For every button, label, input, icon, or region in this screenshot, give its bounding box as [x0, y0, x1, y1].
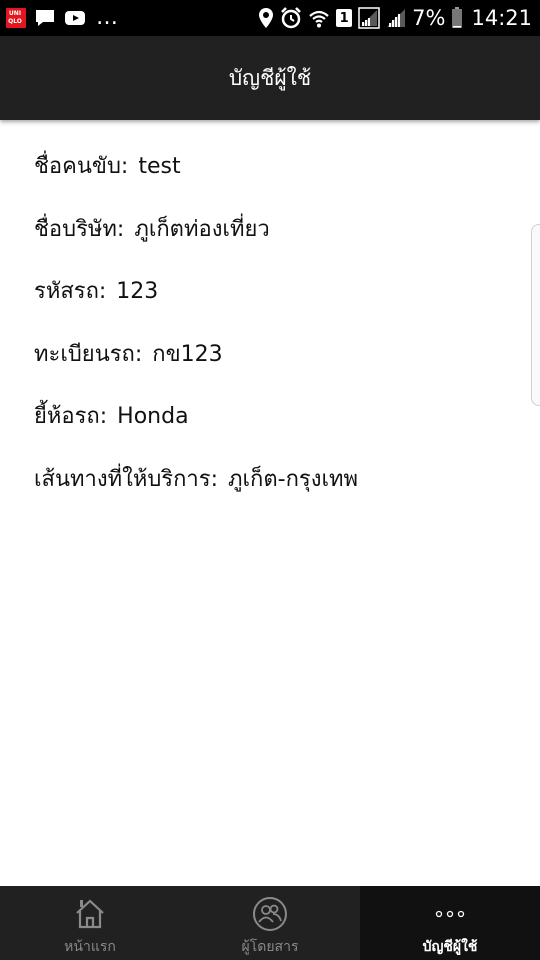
license-plate-value: กข123 — [152, 341, 223, 367]
service-route-row: เส้นทางที่ให้บริการ: ภูเก็ต-กรุงเทพ — [34, 459, 520, 522]
tab-home-label: หน้าแรก — [64, 939, 116, 955]
license-plate-label: ทะเบียนรถ: — [34, 341, 143, 367]
home-icon — [73, 894, 107, 934]
tab-account[interactable]: บัญชีผู้ใช้ — [360, 886, 540, 960]
sim-slot-badge: 1 — [336, 9, 353, 27]
driver-name-label: ชื่อคนขับ: — [34, 154, 129, 179]
notification-icons: UNI QLO … — [6, 6, 118, 30]
company-name-row: ชื่อบริษัท: ภูเก็ตท่องเที่ยว — [34, 209, 520, 272]
location-icon — [259, 8, 274, 28]
passengers-icon — [252, 894, 288, 934]
uniqlo-app-icon: UNI QLO — [6, 8, 26, 28]
tab-account-label: บัญชีผู้ใช้ — [422, 939, 478, 955]
more-notifications-icon: … — [96, 5, 118, 30]
tab-passengers-label: ผู้โดยสาร — [241, 939, 299, 955]
clock: 14:21 — [471, 6, 532, 30]
status-bar: UNI QLO … 1 7% 14:21 — [0, 0, 540, 36]
more-dots-icon — [435, 894, 465, 934]
page-title: บัญชีผู้ใช้ — [228, 65, 312, 90]
youtube-icon — [65, 11, 85, 25]
tab-home[interactable]: หน้าแรก — [0, 886, 180, 960]
account-details: ชื่อคนขับ: test ชื่อบริษัท: ภูเก็ตท่องเที่… — [34, 146, 520, 521]
driver-name-value: test — [138, 154, 181, 179]
system-icons: 1 7% 14:21 — [258, 6, 532, 30]
edge-panel-handle[interactable] — [531, 224, 540, 406]
bottom-nav: หน้าแรก ผู้โดยสาร บัญชีผู้ใช้ — [0, 886, 540, 960]
vehicle-brand-row: ยี้ห้อรถ: Honda — [34, 396, 520, 459]
driver-name-row: ชื่อคนขับ: test — [34, 146, 520, 209]
chat-bubble-icon — [36, 10, 54, 26]
service-route-value: ภูเก็ต-กรุงเทพ — [228, 466, 358, 492]
alarm-icon — [281, 7, 302, 29]
license-plate-row: ทะเบียนรถ: กข123 — [34, 334, 520, 397]
tab-passengers[interactable]: ผู้โดยสาร — [180, 886, 360, 960]
company-name-label: ชื่อบริษัท: — [34, 216, 125, 242]
vehicle-code-row: รหัสรถ: 123 — [34, 271, 520, 334]
vehicle-brand-value: Honda — [117, 404, 189, 429]
signal-strength-icon-2 — [387, 9, 406, 27]
vehicle-brand-label: ยี้ห้อรถ: — [34, 404, 108, 429]
service-route-label: เส้นทางที่ให้บริการ: — [34, 466, 219, 492]
company-name-value: ภูเก็ตท่องเที่ยว — [134, 216, 270, 242]
wifi-icon — [309, 10, 329, 28]
vehicle-code-value: 123 — [116, 279, 159, 304]
signal-strength-icon-1 — [358, 7, 380, 29]
app-bar: บัญชีผู้ใช้ — [0, 36, 540, 120]
battery-icon — [452, 7, 463, 28]
battery-percent: 7% — [412, 6, 446, 30]
vehicle-code-label: รหัสรถ: — [34, 279, 107, 304]
